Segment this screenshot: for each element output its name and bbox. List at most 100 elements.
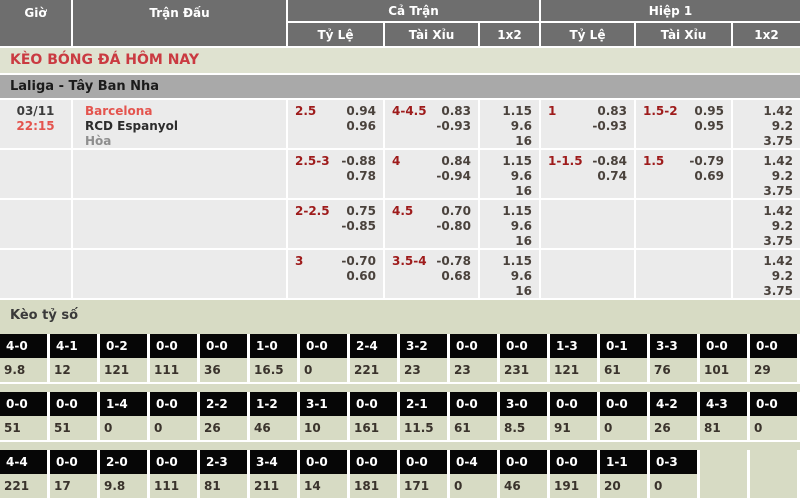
score-odds-value[interactable]: 181 [350, 474, 400, 500]
h1-handicap-cell[interactable]: 1 0.83 -0.93 [541, 100, 636, 149]
score-odds-value[interactable]: 231 [500, 358, 550, 384]
score-odds-value[interactable]: 81 [700, 416, 750, 442]
score-cell[interactable]: 4-226 [650, 392, 700, 442]
odds-value[interactable]: 1.42 [763, 204, 793, 219]
score-odds-value[interactable]: 16.5 [250, 358, 300, 384]
score-cell[interactable]: 2-381 [200, 450, 250, 500]
score-odds-value[interactable]: 101 [700, 358, 750, 384]
odds-value[interactable]: 9.6 [511, 169, 532, 184]
score-odds-value[interactable]: 161 [350, 416, 400, 442]
score-cell[interactable]: 1-246 [250, 392, 300, 442]
score-cell[interactable]: 2-111.5 [400, 392, 450, 442]
score-cell[interactable]: 0-061 [450, 392, 500, 442]
odds-value[interactable]: -0.70 [341, 254, 376, 269]
ft-over-under-cell[interactable]: 3.5-4 -0.78 0.68 [385, 250, 480, 299]
odds-value[interactable]: -0.78 [436, 254, 471, 269]
score-cell[interactable]: 0-00 [750, 392, 800, 442]
ft-handicap-cell[interactable]: 2.5-3 -0.88 0.78 [288, 150, 385, 199]
score-odds-value[interactable]: 0 [650, 474, 700, 500]
score-odds-value[interactable]: 91 [550, 416, 600, 442]
score-cell[interactable]: 3-376 [650, 334, 700, 384]
h1-1x2-cell[interactable]: 1.42 9.2 3.75 [733, 150, 800, 199]
odds-value[interactable]: 0.68 [441, 269, 471, 284]
score-cell[interactable]: 0-046 [500, 450, 550, 500]
score-odds-value[interactable]: 81 [200, 474, 250, 500]
score-odds-value[interactable]: 36 [200, 358, 250, 384]
odds-value[interactable]: 9.2 [772, 119, 793, 134]
odds-value[interactable]: 0.95 [694, 119, 724, 134]
odds-value[interactable]: 16 [515, 234, 532, 249]
score-odds-value[interactable]: 51 [0, 416, 50, 442]
odds-value[interactable]: 3.75 [763, 134, 793, 149]
score-cell[interactable]: 1-120 [600, 450, 650, 500]
score-odds-value[interactable]: 26 [200, 416, 250, 442]
odds-value[interactable]: 1.15 [502, 204, 532, 219]
score-odds-value[interactable]: 23 [400, 358, 450, 384]
score-odds-value[interactable]: 0 [600, 416, 650, 442]
odds-value[interactable]: -0.93 [592, 119, 627, 134]
score-cell[interactable]: 0-036 [200, 334, 250, 384]
odds-value[interactable]: 1.15 [502, 104, 532, 119]
score-odds-value[interactable]: 10 [300, 416, 350, 442]
odds-value[interactable]: -0.88 [341, 154, 376, 169]
score-cell[interactable]: 1-016.5 [250, 334, 300, 384]
ft-over-under-cell[interactable]: 4 0.84 -0.94 [385, 150, 480, 199]
score-odds-value[interactable]: 111 [150, 474, 200, 500]
score-odds-value[interactable]: 191 [550, 474, 600, 500]
h1-over-under-cell[interactable] [636, 200, 733, 249]
odds-value[interactable]: -0.85 [341, 219, 376, 234]
score-cell[interactable]: 4-4221 [0, 450, 50, 500]
score-cell[interactable]: 1-3121 [550, 334, 600, 384]
score-odds-value[interactable]: 17 [50, 474, 100, 500]
score-cell[interactable]: 3-08.5 [500, 392, 550, 442]
score-cell[interactable]: 4-112 [50, 334, 100, 384]
odds-value[interactable]: 0.69 [694, 169, 724, 184]
score-cell[interactable]: 0-0171 [400, 450, 450, 500]
score-odds-value[interactable]: 111 [150, 358, 200, 384]
score-cell[interactable]: 2-4221 [350, 334, 400, 384]
odds-value[interactable]: 3.75 [763, 234, 793, 249]
odds-value[interactable]: -0.93 [436, 119, 471, 134]
score-cell[interactable]: 0-00 [300, 334, 350, 384]
odds-value[interactable]: 0.96 [346, 119, 376, 134]
odds-value[interactable]: 1.15 [502, 254, 532, 269]
score-cell[interactable]: 0-0111 [150, 334, 200, 384]
odds-value[interactable]: 16 [515, 134, 532, 149]
score-cell[interactable]: 0-0191 [550, 450, 600, 500]
ft-over-under-cell[interactable]: 4-4.5 0.83 -0.93 [385, 100, 480, 149]
odds-value[interactable]: 9.2 [772, 219, 793, 234]
score-odds-value[interactable]: 14 [300, 474, 350, 500]
h1-1x2-cell[interactable]: 1.42 9.2 3.75 [733, 100, 800, 149]
score-cell[interactable]: 0-0231 [500, 334, 550, 384]
odds-value[interactable]: 1.15 [502, 154, 532, 169]
score-odds-value[interactable]: 46 [250, 416, 300, 442]
odds-value[interactable]: 9.6 [511, 119, 532, 134]
odds-value[interactable]: 0.84 [441, 154, 471, 169]
odds-value[interactable]: 0.78 [346, 169, 376, 184]
score-odds-value[interactable]: 221 [350, 358, 400, 384]
odds-value[interactable]: 0.75 [346, 204, 376, 219]
score-odds-value[interactable]: 11.5 [400, 416, 450, 442]
score-cell[interactable]: 0-2121 [100, 334, 150, 384]
score-odds-value[interactable]: 121 [550, 358, 600, 384]
ft-1x2-cell[interactable]: 1.15 9.6 16 [480, 250, 541, 299]
score-odds-value[interactable]: 211 [250, 474, 300, 500]
score-cell[interactable]: 0-0111 [150, 450, 200, 500]
score-odds-value[interactable]: 0 [150, 416, 200, 442]
score-odds-value[interactable]: 12 [50, 358, 100, 384]
score-cell[interactable]: 3-4211 [250, 450, 300, 500]
score-cell[interactable]: 0-40 [450, 450, 500, 500]
ft-1x2-cell[interactable]: 1.15 9.6 16 [480, 100, 541, 149]
score-odds-value[interactable]: 0 [750, 416, 800, 442]
odds-value[interactable]: 16 [515, 184, 532, 199]
score-odds-value[interactable]: 46 [500, 474, 550, 500]
score-cell[interactable]: 0-00 [600, 392, 650, 442]
score-cell[interactable]: 0-0101 [700, 334, 750, 384]
h1-1x2-cell[interactable]: 1.42 9.2 3.75 [733, 200, 800, 249]
score-cell[interactable]: 1-40 [100, 392, 150, 442]
odds-value[interactable]: 0.70 [441, 204, 471, 219]
score-odds-value[interactable]: 23 [450, 358, 500, 384]
score-cell[interactable]: 0-00 [150, 392, 200, 442]
score-cell[interactable]: 0-161 [600, 334, 650, 384]
h1-1x2-cell[interactable]: 1.42 9.2 3.75 [733, 250, 800, 299]
